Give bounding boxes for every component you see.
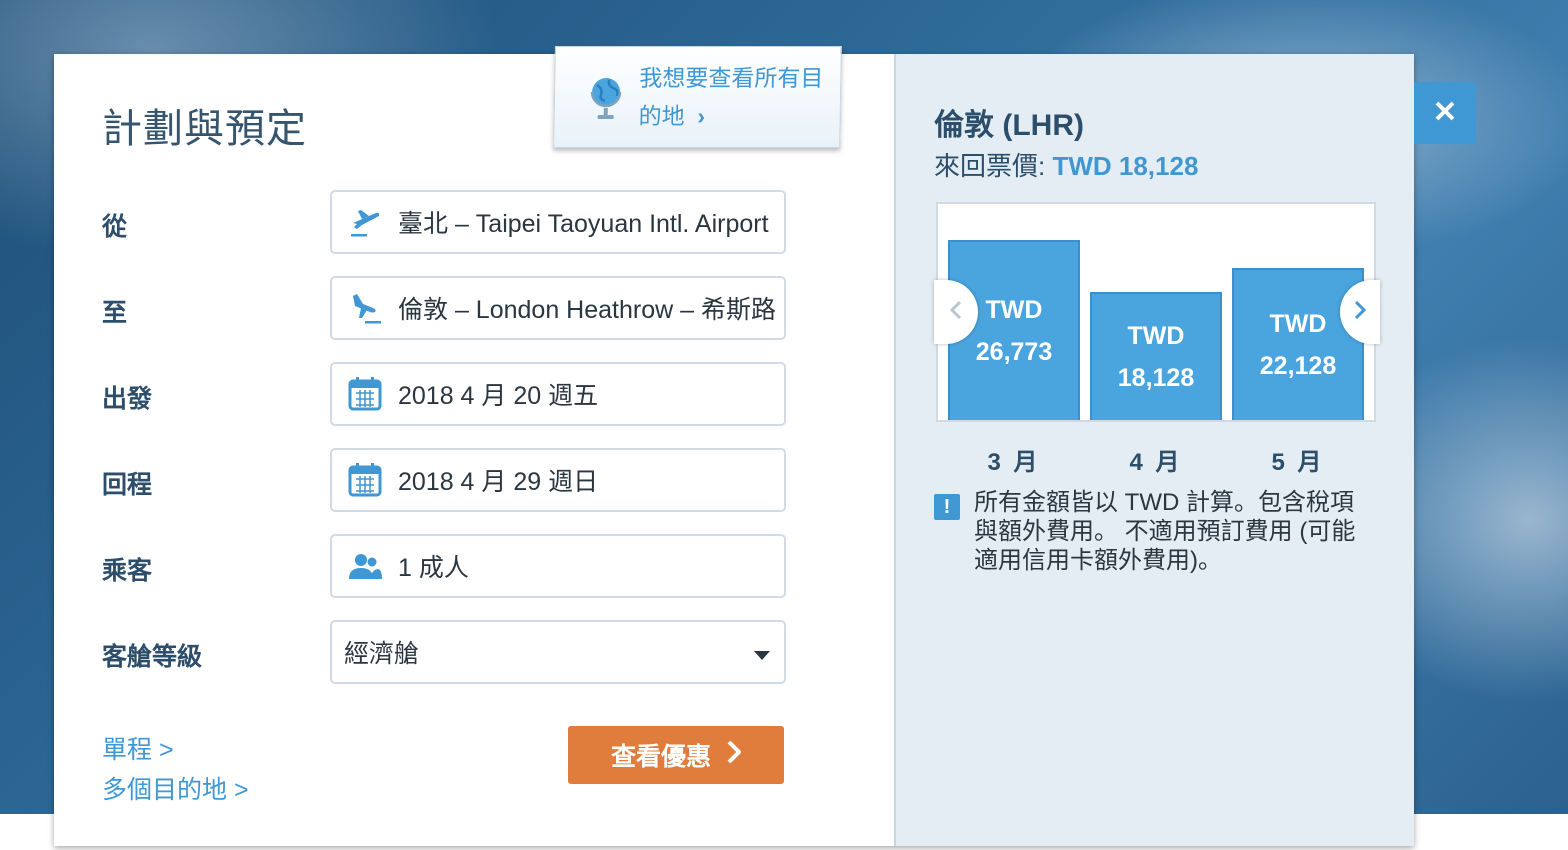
pricing-note: 所有金額皆以 TWD 計算。包含稅項與額外費用。 不適用預訂費用 (可能適用信用…: [974, 489, 1356, 574]
page-title: 計劃與預定: [102, 107, 307, 151]
calendar-icon: [332, 377, 398, 411]
fare-panel: 倫敦 (LHR) 來回票價: TWD 18,128 TWD 26,773 TWD 18…: [894, 54, 1414, 846]
fare-amount: TWD 18,128: [1052, 151, 1199, 181]
explore-destinations-button[interactable]: 我想要查看所有目的地 ›: [553, 46, 842, 148]
chevron-right-icon: [1354, 300, 1367, 325]
chevron-right-icon: ›: [690, 103, 706, 129]
depart-label: 出發: [102, 385, 153, 413]
month-tick-label: 5 月: [1271, 449, 1325, 476]
destination-field[interactable]: 倫敦 – London Heathrow – 希斯路: [330, 276, 786, 340]
month-tick-label: 3 月: [987, 449, 1041, 476]
bar-value-label: 22,128: [1259, 352, 1337, 380]
caret-down-icon: [754, 648, 770, 666]
depart-date-field[interactable]: 2018 4 月 20 週五: [330, 362, 786, 426]
bar-value-label: 18,128: [1117, 364, 1195, 392]
passengers-label: 乘客: [102, 557, 153, 585]
cabin-class-select[interactable]: 經濟艙: [330, 620, 786, 684]
plane-landing-icon: [332, 290, 398, 326]
planner-panel: 計劃與預定 我想要查看所有目的地 › 從 臺北 – Taipei Taoyuan…: [54, 46, 894, 846]
calendar-icon: [332, 463, 398, 497]
month-tick-label: 4 月: [1129, 449, 1183, 476]
return-label: 回程: [102, 471, 153, 499]
passengers-value: 1 成人: [398, 554, 469, 582]
chart-bar[interactable]: TWD 22,128: [1232, 268, 1364, 420]
view-deals-label: 查看優惠: [610, 743, 711, 771]
plane-takeoff-icon: [332, 205, 398, 239]
destination-heading: 倫敦 (LHR): [934, 109, 1084, 142]
passengers-icon: [332, 551, 398, 581]
info-icon: !: [934, 494, 960, 520]
globe-icon: [586, 75, 625, 126]
chart-bar[interactable]: TWD 18,128: [1090, 292, 1222, 420]
close-button[interactable]: [1414, 82, 1476, 144]
return-date-value: 2018 4 月 29 週日: [398, 468, 599, 496]
chevron-left-icon: [949, 300, 962, 325]
origin-value: 臺北 – Taipei Taoyuan Intl. Airport: [398, 210, 769, 238]
round-trip-fare: 來回票價: TWD 18,128: [934, 146, 1198, 183]
close-icon: [1434, 100, 1456, 127]
cabin-class-value: 經濟艙: [344, 640, 420, 668]
passengers-field[interactable]: 1 成人: [330, 534, 786, 598]
from-label: 從: [102, 213, 128, 241]
chevron-right-icon: [727, 740, 742, 771]
depart-date-value: 2018 4 月 20 週五: [398, 382, 599, 410]
multi-city-link[interactable]: 多個目的地 >: [102, 770, 249, 806]
fare-label: 來回票價:: [934, 151, 1053, 181]
explore-label: 我想要查看所有目的地: [638, 65, 824, 129]
view-deals-button[interactable]: 查看優惠: [568, 726, 784, 784]
cabin-label: 客艙等級: [102, 643, 203, 671]
booking-dialog: 計劃與預定 我想要查看所有目的地 › 從 臺北 – Taipei Taoyuan…: [54, 46, 1414, 846]
destination-value: 倫敦 – London Heathrow – 希斯路: [398, 296, 776, 324]
bar-value-label: TWD: [1127, 322, 1185, 350]
return-date-field[interactable]: 2018 4 月 29 週日: [330, 448, 786, 512]
origin-field[interactable]: 臺北 – Taipei Taoyuan Intl. Airport: [330, 190, 786, 254]
to-label: 至: [102, 299, 128, 327]
one-way-link[interactable]: 單程 >: [102, 730, 174, 766]
monthly-fare-chart: TWD 26,773 TWD 18,128 TWD 22,128: [936, 202, 1376, 422]
bar-value-label: 26,773: [975, 338, 1053, 366]
